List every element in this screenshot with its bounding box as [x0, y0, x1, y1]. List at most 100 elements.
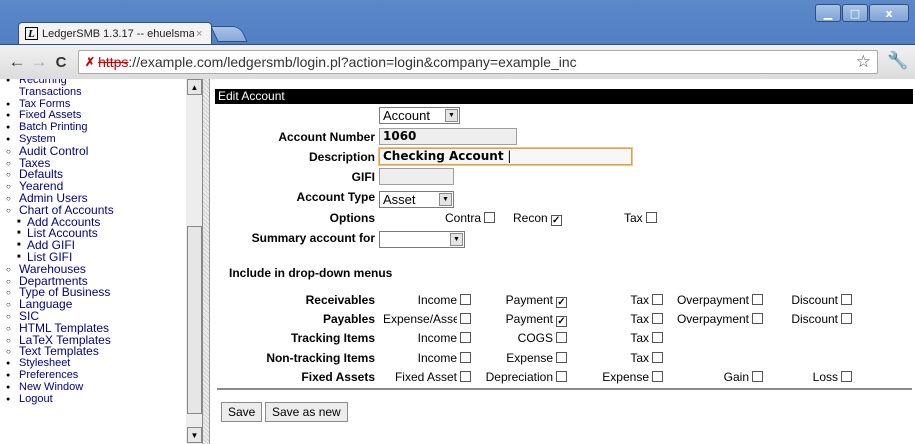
dropdown-option-label: Loss: [812, 369, 838, 384]
dropdown-option-checkbox[interactable]: [652, 332, 663, 344]
dropdown-option: Fixed Asset: [395, 370, 471, 384]
bookmark-star-icon[interactable]: ☆: [856, 52, 871, 72]
dropdown-option-label: Income: [417, 350, 457, 365]
summary-account-label: Summary account for: [251, 231, 375, 245]
dropdown-option-checkbox[interactable]: ✓: [556, 297, 567, 308]
account-type-value: Asset: [383, 192, 416, 207]
dropdown-option-checkbox[interactable]: [460, 332, 471, 344]
dropdown-option-label: Tax: [630, 293, 649, 307]
browser-toolbar: ← → C ✗ https ://example.com/ledgersmb/l…: [0, 44, 915, 79]
scroll-up-icon[interactable]: ▲: [187, 79, 202, 95]
dropdown-option-label: Depreciation: [485, 369, 553, 384]
frame-divider[interactable]: [203, 79, 210, 444]
dropdown-option-label: Tax: [630, 350, 649, 365]
dropdown-option-checkbox[interactable]: ✓: [556, 316, 567, 328]
account-number-label: Account Number: [278, 130, 375, 144]
dropdown-option-label: Discount: [791, 312, 838, 327]
forward-arrow-icon[interactable]: →: [28, 52, 50, 72]
recon-label: Recon: [513, 211, 548, 225]
dropdown-option: Discount: [791, 293, 852, 307]
gifi-field[interactable]: [379, 168, 454, 185]
recon-checkbox[interactable]: ✓: [550, 215, 562, 226]
tax-checkbox[interactable]: [645, 212, 657, 223]
contra-checkbox[interactable]: [484, 212, 496, 223]
dropdown-option-checkbox[interactable]: [556, 351, 567, 363]
include-dropdown-heading: Include in drop-down menus: [229, 266, 393, 280]
account-type-select[interactable]: Asset ▼: [379, 191, 454, 208]
dropdown-option-checkbox[interactable]: [841, 370, 852, 382]
dropdown-option-label: Overpayment: [676, 312, 749, 327]
dropdown-option-label: Income: [417, 293, 457, 307]
dropdown-option: Discount: [791, 312, 852, 326]
save-button[interactable]: Save: [221, 402, 263, 422]
dropdown-option-checkbox[interactable]: [652, 351, 663, 363]
dropdown-option-checkbox[interactable]: [556, 332, 567, 344]
dropdown-option-label: Tax: [630, 312, 649, 327]
scrollbar-thumb[interactable]: [187, 226, 202, 414]
dropdown-option: Tax: [630, 312, 663, 326]
dropdown-option-checkbox[interactable]: [652, 370, 663, 382]
wrench-menu-icon[interactable]: 🔧: [887, 51, 908, 71]
recon-option: Recon ✓: [513, 211, 562, 226]
dropdown-option-checkbox[interactable]: [841, 294, 852, 305]
dropdown-option-label: Gain: [723, 369, 749, 384]
dropdown-row-label: Fixed Assets: [301, 369, 375, 384]
dropdown-option-checkbox[interactable]: [752, 370, 763, 382]
description-value: Checking Account: [383, 149, 504, 163]
dropdown-option: COGS: [518, 331, 567, 345]
back-arrow-icon[interactable]: ←: [6, 52, 28, 72]
summary-account-select[interactable]: ▼: [379, 231, 465, 248]
minimize-button[interactable]: ▁: [815, 4, 841, 22]
dropdown-option-label: Expense: [506, 350, 553, 365]
dropdown-option-checkbox[interactable]: [841, 313, 852, 325]
dropdown-option-checkbox[interactable]: [460, 351, 471, 363]
dropdown-row-label: Non-tracking Items: [266, 350, 375, 365]
charttype-select[interactable]: Account ▼: [379, 107, 460, 124]
address-bar[interactable]: ✗ https ://example.com/ledgersmb/login.p…: [78, 50, 878, 74]
dropdown-option-checkbox[interactable]: [460, 313, 471, 325]
dropdown-option: Income: [418, 293, 471, 307]
dropdown-option-checkbox[interactable]: [652, 313, 663, 325]
dropdown-option-checkbox[interactable]: [460, 294, 471, 305]
gifi-label: GIFI: [351, 170, 375, 184]
dropdown-option-label: Payment: [505, 312, 553, 327]
dropdown-option-label: Discount: [791, 293, 838, 307]
reload-icon[interactable]: C: [50, 54, 72, 71]
new-tab-button[interactable]: [210, 26, 248, 42]
menu-scrollbar[interactable]: ▲ ▼: [186, 79, 202, 444]
dropdown-option: Loss: [813, 370, 852, 384]
charttype-value: Account: [383, 108, 430, 123]
dropdown-option: Overpayment: [677, 293, 763, 307]
dropdown-option: Expense: [602, 370, 663, 384]
description-field[interactable]: Checking Account |: [379, 148, 632, 165]
dropdown-row-label: Payables: [322, 312, 375, 327]
save-as-new-button[interactable]: Save as new: [265, 402, 348, 422]
divider-line: [217, 388, 912, 390]
broken-lock-icon[interactable]: ✗: [85, 55, 95, 69]
menu-item[interactable]: Transactions: [0, 86, 186, 99]
menu-item[interactable]: New Window: [0, 381, 186, 394]
dropdown-option-label: Tax: [630, 331, 649, 346]
tab-close-icon[interactable]: ×: [196, 28, 202, 40]
tax-label: Tax: [624, 211, 643, 225]
options-label: Options: [329, 211, 375, 225]
menu-item[interactable]: Logout: [0, 393, 186, 406]
dropdown-option-checkbox[interactable]: [556, 370, 567, 382]
menu-item[interactable]: Preferences: [0, 369, 186, 382]
dropdown-option: Payment ✓: [505, 312, 567, 328]
scroll-down-icon[interactable]: ▼: [187, 427, 202, 443]
maximize-button[interactable]: □: [842, 4, 868, 22]
dropdown-option-checkbox[interactable]: [752, 313, 763, 325]
dropdown-option: Income: [418, 331, 471, 345]
dropdown-option-checkbox[interactable]: [460, 370, 471, 382]
dropdown-option: Expense/Asset: [383, 312, 471, 326]
url-scheme: https: [98, 54, 129, 70]
dropdown-option-checkbox[interactable]: [752, 294, 763, 305]
account-number-field[interactable]: 1060: [379, 128, 517, 145]
close-window-button[interactable]: x: [869, 4, 909, 22]
dropdown-option-checkbox[interactable]: [652, 294, 663, 305]
dropdown-option: Gain: [724, 370, 763, 384]
dropdown-row-label: Receivables: [305, 293, 375, 307]
browser-tab[interactable]: L LedgerSMB 1.3.17 -- ehuelsma ×: [18, 22, 212, 44]
description-label: Description: [308, 150, 375, 164]
